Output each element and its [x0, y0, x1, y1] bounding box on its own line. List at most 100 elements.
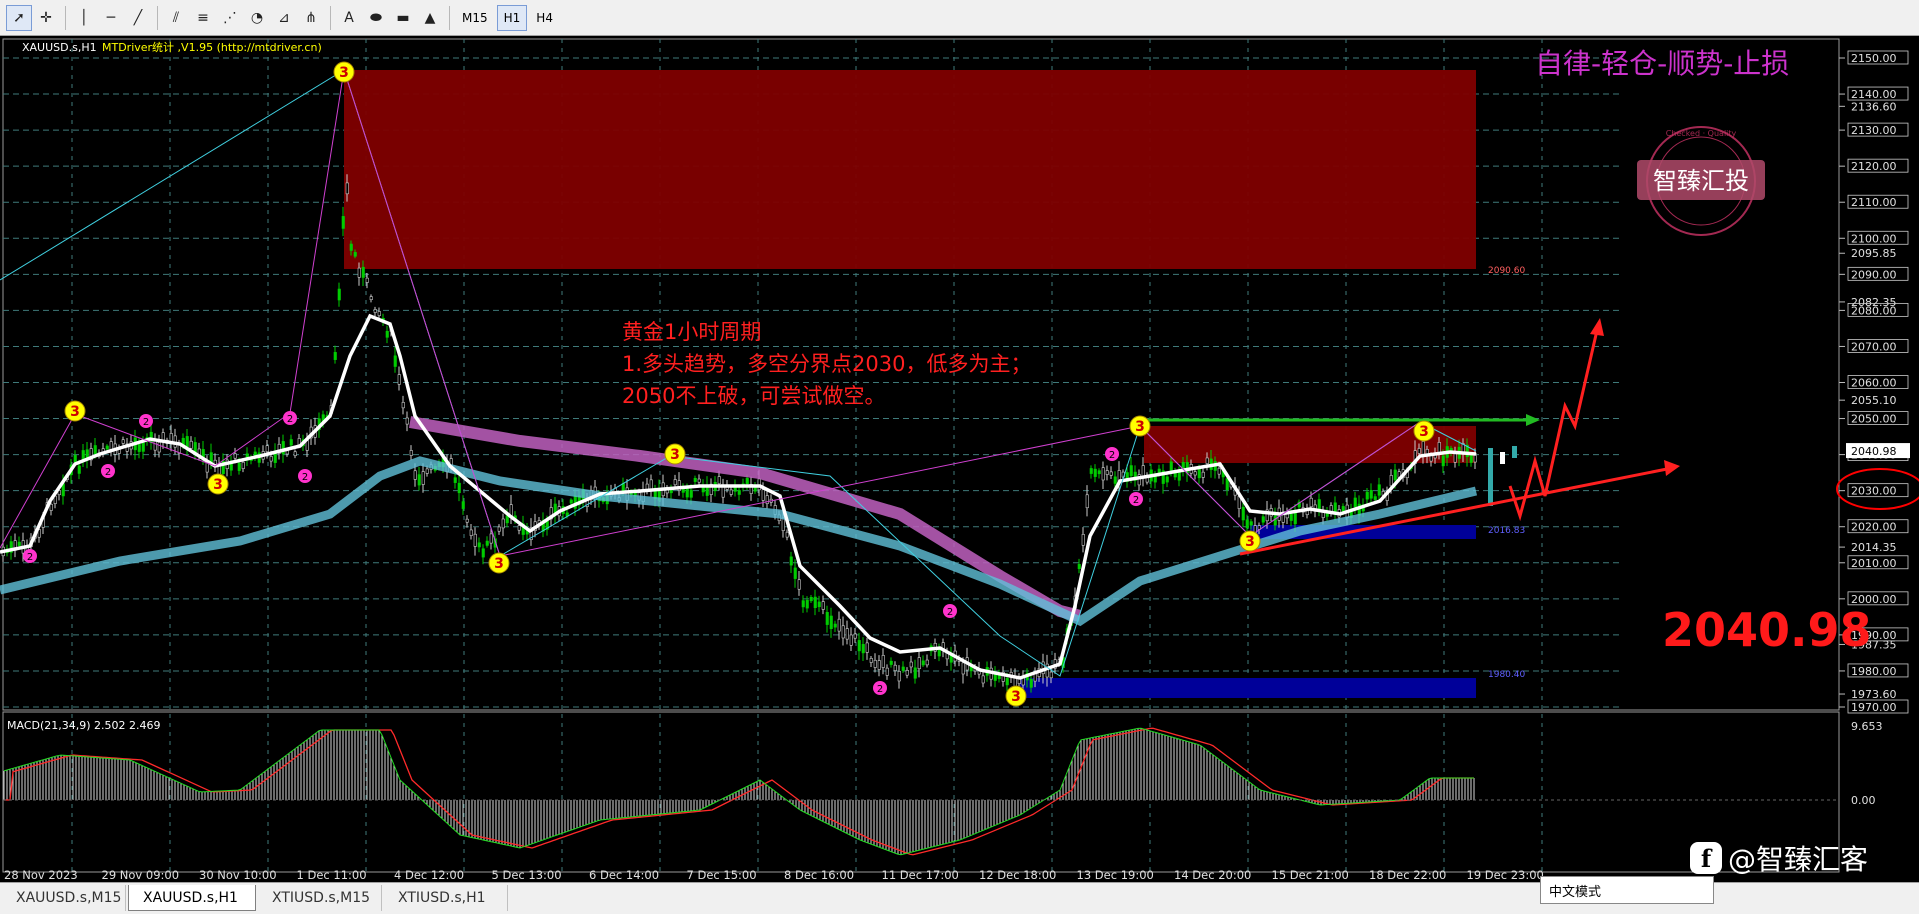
- candle: [837, 618, 841, 632]
- candle: [1085, 494, 1089, 509]
- price-tick-label: 2130.00: [1851, 124, 1897, 137]
- candle: [901, 666, 905, 671]
- support-zone-lower: [1020, 678, 1476, 698]
- candle: [885, 667, 889, 676]
- candle: [1453, 453, 1457, 463]
- candle: [1389, 475, 1393, 487]
- price-tick-label: 2150.00: [1851, 52, 1897, 65]
- candle: [717, 476, 721, 485]
- candle: [1353, 497, 1357, 508]
- candle: [845, 628, 849, 640]
- candle: [109, 441, 113, 450]
- candle: [569, 499, 573, 504]
- time-tick-label: 13 Dec 19:00: [1077, 868, 1154, 882]
- ellipse-icon[interactable]: ⬬: [363, 5, 389, 31]
- time-tick-label: 6 Dec 14:00: [589, 868, 659, 882]
- candle: [809, 596, 813, 602]
- candle: [889, 660, 893, 665]
- candle: [461, 501, 465, 509]
- wave-badge-label: 3: [670, 447, 680, 463]
- price-tick-label: 2050.00: [1851, 413, 1897, 426]
- candle: [73, 454, 77, 463]
- candle: [1097, 470, 1101, 475]
- pivot-badge-label: 2: [287, 414, 293, 425]
- candle: [865, 642, 869, 653]
- candle: [121, 439, 125, 444]
- candle: [189, 440, 193, 449]
- pivot-badge-label: 2: [1133, 495, 1139, 506]
- candle: [1081, 534, 1085, 546]
- horizontal-line-icon[interactable]: ─: [98, 5, 124, 31]
- candle: [1129, 465, 1133, 477]
- cursor-icon[interactable]: ➚: [6, 4, 32, 31]
- candle: [77, 465, 81, 474]
- chart-tab[interactable]: XTIUSD.s,M15: [258, 885, 382, 911]
- candle: [857, 640, 861, 652]
- zone-label-mid: 2016.83: [1488, 526, 1525, 536]
- ime-status[interactable]: 中文模式: [1540, 876, 1714, 904]
- fibo-retracement-icon[interactable]: ≡: [190, 5, 216, 31]
- timeframe-h4[interactable]: H4: [529, 5, 560, 31]
- candle: [453, 477, 457, 483]
- drawing-tools: ➚ ✛ │ ─ ╱ ⫽ ≡ ⋰ ◔ ⊿ ⋔ A ⬬ ▬ ▲: [6, 4, 444, 31]
- candle: [353, 252, 357, 257]
- gann-icon[interactable]: ⊿: [271, 5, 297, 31]
- candle: [469, 529, 473, 536]
- vertical-line-icon[interactable]: │: [71, 5, 97, 31]
- candle: [793, 567, 797, 579]
- price-tick-label: 1980.00: [1851, 665, 1897, 678]
- candle: [1241, 506, 1245, 521]
- candle: [813, 596, 817, 609]
- triangle-icon[interactable]: ▲: [417, 5, 443, 31]
- pitchfork-icon[interactable]: ⋔: [298, 5, 324, 31]
- wave-badge-label: 3: [1135, 419, 1145, 435]
- candle: [869, 658, 873, 663]
- candle: [917, 657, 921, 670]
- trendline-icon[interactable]: ╱: [125, 5, 151, 31]
- candle: [401, 402, 405, 409]
- candle: [1377, 484, 1381, 496]
- candle: [1193, 471, 1197, 476]
- fibo-fan-icon[interactable]: ⋰: [217, 5, 243, 31]
- price-tick-label: 2110.00: [1851, 196, 1897, 209]
- candle: [1417, 448, 1421, 454]
- text-icon[interactable]: A: [336, 5, 362, 31]
- chart-tab[interactable]: XAUUSD.s,H1: [128, 885, 256, 911]
- price-tick-label: 2060.00: [1851, 377, 1897, 390]
- candle: [1273, 515, 1277, 526]
- candle: [817, 601, 821, 608]
- timeframe-h1[interactable]: H1: [496, 4, 528, 31]
- chart-area[interactable]: 3 3 3 3 3 3 3 3 3 2 2 2 2 2 2 2 2 2 2150.00 2140.00 2136.60…: [0, 36, 1919, 882]
- price-tick-label: 2010.00: [1851, 557, 1897, 570]
- chart-tab[interactable]: XAUUSD.s,M15: [2, 885, 126, 911]
- channel-icon[interactable]: ⫽: [163, 5, 189, 31]
- current-price-label: 2040.98: [1851, 445, 1897, 458]
- rectangle-icon[interactable]: ▬: [390, 5, 416, 31]
- wave-badge-label: 3: [1419, 424, 1429, 440]
- price-tick-label: 2055.10: [1851, 394, 1897, 407]
- candle: [913, 667, 917, 679]
- candle: [417, 474, 421, 486]
- candle: [729, 489, 733, 495]
- price-tick-label: 2120.00: [1851, 160, 1897, 173]
- symbol-header: XAUUSD.s,H1: [22, 41, 97, 54]
- candle: [465, 518, 469, 523]
- price-chart[interactable]: 3 3 3 3 3 3 3 3 3 2 2 2 2 2 2 2 2 2 2150.00 2140.002136.60…: [0, 36, 1919, 882]
- candle: [497, 526, 501, 532]
- candle: [1077, 564, 1081, 569]
- fibo-arc-icon[interactable]: ◔: [244, 5, 270, 31]
- candle: [1309, 497, 1313, 508]
- price-tick-label: 2140.00: [1851, 88, 1897, 101]
- candle: [289, 439, 293, 446]
- crosshair-icon[interactable]: ✛: [33, 5, 59, 31]
- price-tick-label: 1973.60: [1851, 688, 1897, 701]
- pivot-badge-label: 2: [877, 684, 883, 695]
- candle: [1373, 496, 1377, 500]
- candle: [481, 548, 485, 558]
- timeframe-m15[interactable]: M15: [455, 5, 495, 31]
- candle: [1093, 468, 1097, 477]
- wave-badge-label: 3: [1011, 689, 1021, 705]
- chart-tab[interactable]: XTIUSD.s,H1: [384, 885, 508, 911]
- time-tick-label: 19 Dec 23:00: [1467, 868, 1544, 882]
- time-tick-label: 29 Nov 09:00: [102, 868, 180, 882]
